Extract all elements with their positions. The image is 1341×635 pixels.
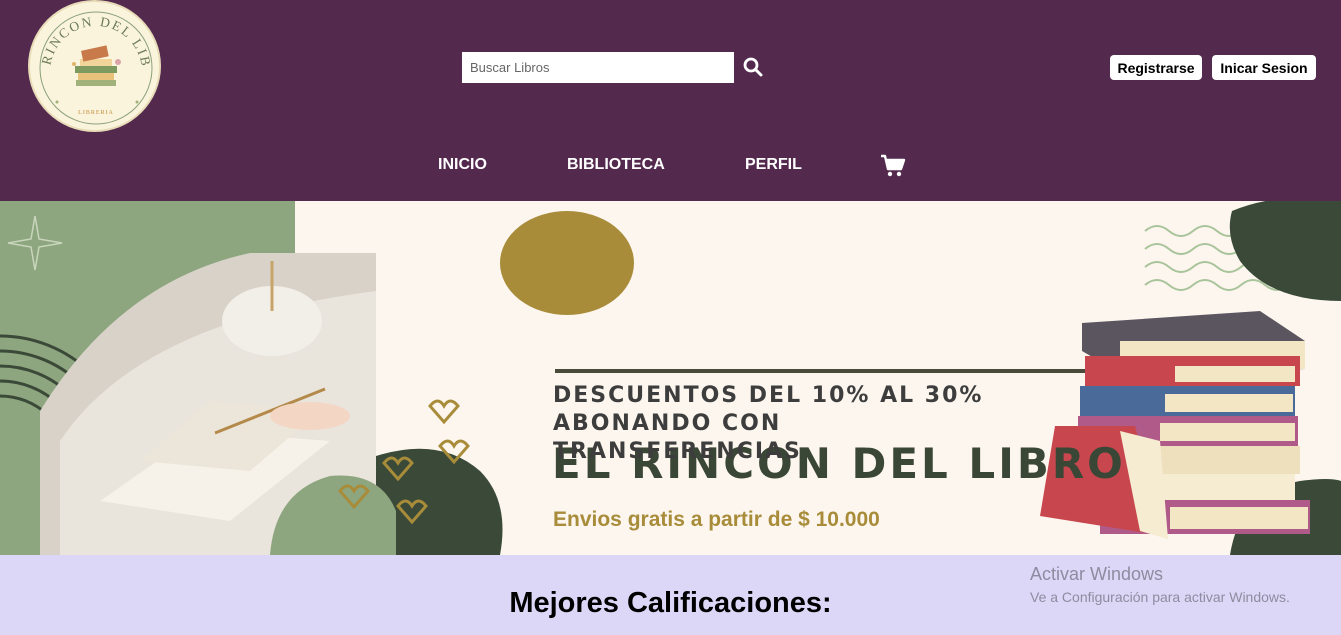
logo[interactable]: EL RINCON DEL LIBRO LIBRERIA: [28, 0, 161, 132]
register-button[interactable]: Registrarse: [1110, 55, 1202, 80]
section-title-text: Mejores Calificaciones:: [509, 587, 832, 619]
cart-icon[interactable]: [880, 154, 906, 178]
promo-banner[interactable]: EL RINCON DEL LIBRO DESCUENTOS DEL 10% A…: [0, 201, 1341, 555]
shipping-text: Envios gratis a partir de $ 10.000: [553, 508, 880, 531]
books-stack-icon: [1040, 311, 1310, 539]
banner-artwork: [0, 201, 1341, 555]
nav-inicio[interactable]: INICIO: [438, 156, 487, 174]
login-button[interactable]: Inicar Sesion: [1212, 55, 1316, 80]
windows-activation-subtitle: Ve a Configuración para activar Windows.: [1030, 589, 1290, 605]
windows-activation-title: Activar Windows: [1030, 564, 1164, 584]
book-stack-icon: [72, 45, 121, 86]
nav-perfil[interactable]: PERFIL: [745, 156, 802, 174]
search-icon[interactable]: [740, 54, 766, 80]
promo-line-3: TRANSFERENCIAS: [553, 439, 802, 464]
search-input[interactable]: [462, 52, 734, 83]
nav-biblioteca[interactable]: BIBLIOTECA: [567, 156, 665, 174]
promo-line-2: ABONANDO CON: [553, 411, 782, 436]
logo-graphic: EL RINCON DEL LIBRO LIBRERIA: [30, 2, 153, 125]
logo-subtitle: LIBRERIA: [78, 110, 114, 116]
site-header: EL RINCON DEL LIBRO LIBRERIA Registrarse…: [0, 0, 1341, 201]
promo-text: DESCUENTOS DEL 10% AL 30% ABONANDO CON T…: [553, 382, 983, 466]
promo-line-1: DESCUENTOS DEL 10% AL 30%: [553, 383, 984, 408]
